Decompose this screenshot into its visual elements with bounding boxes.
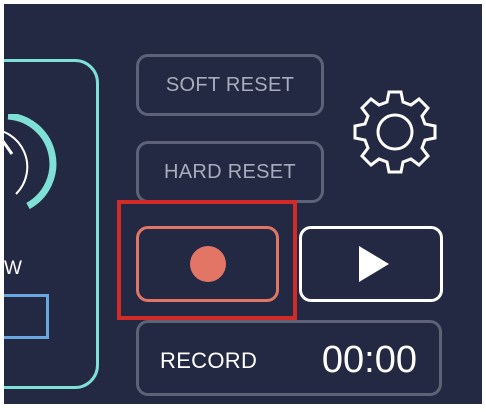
gear-icon[interactable] [349, 86, 441, 178]
knob-icon[interactable] [4, 114, 68, 224]
record-timer: 00:00 [321, 339, 417, 381]
hard-reset-label: HARD RESET [164, 160, 296, 183]
left-module-value-box[interactable]: z [4, 294, 49, 339]
device-panel: W z SOFT RESET HARD RESET RECORD 00:00 [4, 4, 482, 404]
hard-reset-button[interactable]: HARD RESET [136, 141, 324, 203]
record-status-label: RECORD [160, 348, 258, 373]
soft-reset-button[interactable]: SOFT RESET [136, 54, 324, 116]
left-module-label: W [4, 258, 23, 279]
record-dot-icon [189, 246, 226, 282]
screenshot-frame: W z SOFT RESET HARD RESET RECORD 00:00 [0, 0, 486, 412]
play-icon [359, 246, 389, 282]
left-module-panel [4, 59, 99, 389]
play-button[interactable] [299, 226, 443, 302]
record-button[interactable] [136, 226, 279, 302]
soft-reset-label: SOFT RESET [165, 73, 295, 96]
record-status-display: RECORD 00:00 [136, 320, 442, 396]
